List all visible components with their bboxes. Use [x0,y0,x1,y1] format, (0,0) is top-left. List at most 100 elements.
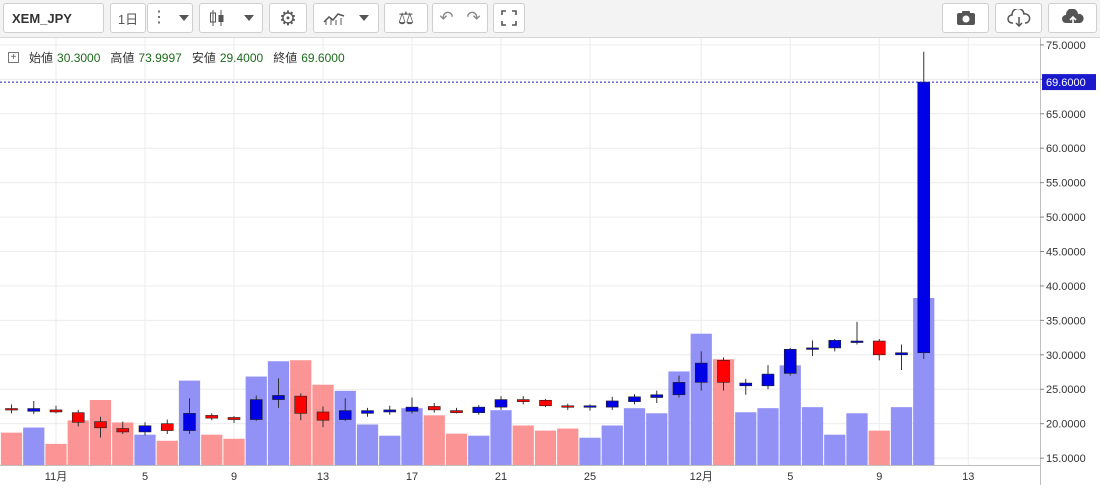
volume-bar [757,408,779,465]
candle-body[interactable] [539,399,552,407]
save-layout-button[interactable] [1048,3,1097,33]
candle-body[interactable] [872,340,886,356]
candle-body[interactable] [49,409,63,413]
toolbar: XEM_JPY 1日 ⋮ ⚙ ⚖ ↶ ↷ [0,0,1100,38]
y-tick-label: 30.0000 [1046,350,1086,362]
candle-body[interactable] [672,382,686,396]
low-label: 安値 [191,51,216,65]
y-tick-label: 75.0000 [1046,40,1086,52]
volume-bar [0,432,23,465]
volume-bar [601,425,623,465]
volume-bar [401,408,423,465]
volume-bar [379,435,401,465]
candle-body[interactable] [650,394,664,398]
chart-type-button[interactable] [199,3,263,33]
candle-body[interactable] [739,382,753,387]
y-tick-label: 20.0000 [1046,419,1086,431]
volume-bar [579,437,601,465]
close-value: 69.6000 [301,50,345,65]
candle-body[interactable] [205,415,219,419]
candle-body[interactable] [717,360,730,383]
candle-body[interactable] [427,406,441,411]
candle-body[interactable] [806,347,819,350]
candle-body[interactable] [5,408,18,411]
candle-body[interactable] [383,409,397,413]
y-tick-label: 45.0000 [1046,247,1086,259]
y-tick-label: 65.0000 [1046,109,1086,121]
close-label: 終値 [273,51,298,65]
candles-icon [210,10,224,26]
candle-body[interactable] [694,362,708,383]
volume-bar [201,434,223,465]
x-tick-label: 5 [142,471,148,483]
candle-body[interactable] [472,406,486,413]
volume-bar [824,434,846,465]
volume-bar [512,425,534,465]
candle-body[interactable] [294,395,308,414]
x-tick-label: 5 [787,471,793,483]
x-tick-label: 13 [962,471,974,483]
high-value: 73.9997 [138,50,182,65]
y-tick-label: 55.0000 [1046,178,1086,190]
candle-body[interactable] [516,399,530,402]
undo-icon[interactable]: ↶ [439,8,453,28]
candle-body[interactable] [94,421,107,429]
candle-body[interactable] [71,412,85,423]
more-menu-button[interactable]: ⋮ [147,3,193,33]
settings-button[interactable]: ⚙ [269,3,307,33]
volume-bar [646,413,668,465]
candle-body[interactable] [138,425,152,433]
load-layout-button[interactable] [995,3,1042,33]
candle-body[interactable] [249,399,263,420]
x-tick-label: 9 [231,471,237,483]
camera-icon [956,11,975,25]
candle-body[interactable] [272,395,285,400]
candle-body[interactable] [405,406,419,412]
indicators-button[interactable] [313,3,379,33]
candle-body[interactable] [850,340,864,343]
y-tick-label: 50.0000 [1046,212,1086,224]
candle-body[interactable] [583,405,597,408]
candle-body[interactable] [450,410,463,413]
compare-button[interactable]: ⚖ [384,3,428,33]
candle-body[interactable] [338,410,352,420]
chart-area[interactable]: 75.000070.000065.000060.000055.000050.00… [0,38,1100,485]
candle-body[interactable] [761,373,775,387]
volume-bar [623,408,646,465]
candle-body[interactable] [160,423,174,431]
y-tick-label: 15.0000 [1046,453,1086,465]
candle-body[interactable] [183,413,196,431]
candle-body[interactable] [361,410,374,414]
redo-icon[interactable]: ↷ [466,8,480,28]
interval-selector[interactable]: 1日 [110,3,146,33]
x-tick-label: 13 [317,471,329,483]
candle-body[interactable] [895,352,908,356]
candle-body[interactable] [27,408,41,412]
candle-body[interactable] [605,400,619,408]
x-tick-label: 11月 [45,471,67,483]
volume-bar [23,427,45,465]
candle-body[interactable] [561,405,575,408]
indicators-icon [323,13,345,25]
symbol-selector[interactable]: XEM_JPY [3,3,104,33]
volume-bar [223,438,245,465]
screenshot-button[interactable] [942,3,989,33]
candle-body[interactable] [783,348,797,374]
candle-body[interactable] [494,399,508,408]
fullscreen-icon [501,10,517,26]
volume-bar [45,443,67,465]
candle-body[interactable] [628,396,641,402]
candle-body[interactable] [116,428,130,433]
volume-bar [801,407,824,465]
fullscreen-button[interactable] [493,3,525,33]
collapse-legend-icon[interactable]: + [8,52,19,63]
price-chart[interactable]: 75.000070.000065.000060.000055.000050.00… [0,38,1100,485]
candle-body[interactable] [828,340,842,349]
candle-body[interactable] [227,417,241,420]
volume-bar [735,412,757,465]
volume-bar [868,430,890,465]
candle-body[interactable] [316,411,330,421]
candle-body[interactable] [917,81,931,354]
dropdown-icon [359,15,369,21]
last-price-label: 69.6000 [1046,77,1086,89]
